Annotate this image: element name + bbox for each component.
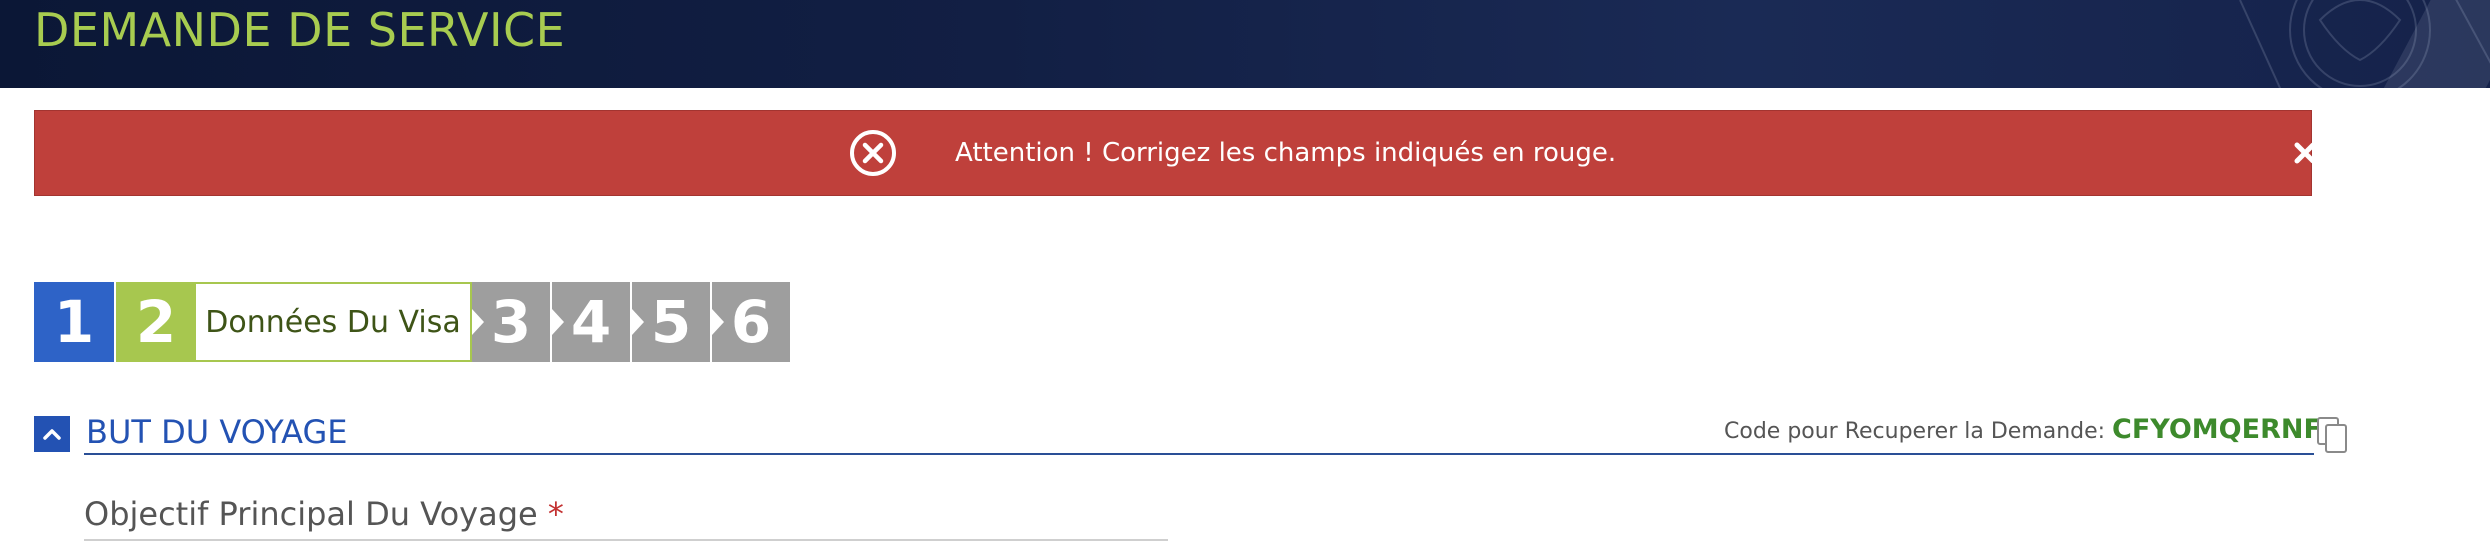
step-4-chevron: [552, 309, 564, 335]
chevron-up-icon: [43, 429, 61, 440]
passport-emblem-icon: [2239, 0, 2490, 88]
retrieval-code-value: CFYOMQERNF: [2112, 414, 2322, 445]
main-purpose-field[interactable]: [84, 539, 1168, 541]
step-2[interactable]: 2: [116, 282, 196, 362]
close-icon[interactable]: [2287, 135, 2323, 171]
main-purpose-label-text: Objectif Principal Du Voyage: [84, 495, 538, 533]
section-divider: [84, 453, 2314, 455]
error-circle-icon: [850, 130, 896, 176]
step-1[interactable]: 1: [34, 282, 114, 362]
step-5-chevron: [632, 309, 644, 335]
copy-icon[interactable]: [2316, 416, 2348, 454]
section-title: BUT DU VOYAGE: [86, 413, 348, 451]
required-marker: *: [547, 495, 564, 533]
step-3-chevron: [472, 309, 484, 335]
alert-message: Attention ! Corrigez les champs indiqués…: [955, 138, 1617, 168]
main-purpose-label: Objectif Principal Du Voyage *: [84, 494, 564, 534]
step-6-chevron: [712, 309, 724, 335]
section-collapse-button[interactable]: [34, 416, 70, 452]
page-title: DEMANDE DE SERVICE: [34, 3, 566, 57]
retrieval-code-label: Code pour Recuperer la Demande:: [1724, 419, 2106, 444]
error-alert: Attention ! Corrigez les champs indiqués…: [34, 110, 2316, 196]
step-2-label: Données Du Visa: [196, 282, 472, 362]
page-header: DEMANDE DE SERVICE: [0, 0, 2490, 88]
